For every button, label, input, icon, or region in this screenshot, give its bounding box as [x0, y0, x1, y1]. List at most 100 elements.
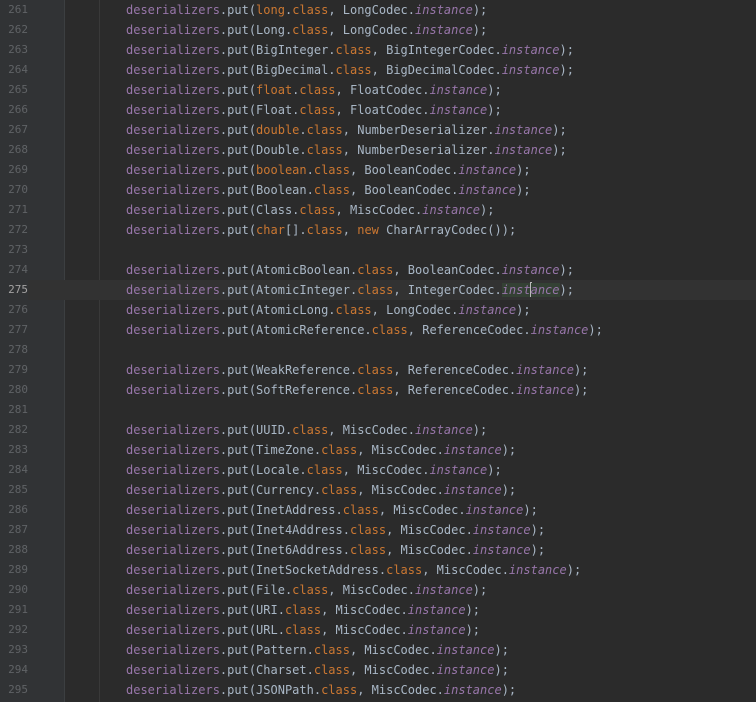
- code-line[interactable]: 295 deserializers.put(JSONPath.class, Mis…: [0, 680, 756, 700]
- code-text[interactable]: deserializers.put(char[].class, new Char…: [126, 220, 516, 240]
- code-line[interactable]: 265 deserializers.put(float.class, FloatC…: [0, 80, 756, 100]
- code-line[interactable]: 293 deserializers.put(Pattern.class, Misc…: [0, 640, 756, 660]
- line-number: 289: [8, 563, 28, 576]
- code-text[interactable]: deserializers.put(long.class, LongCodec.…: [126, 0, 487, 20]
- identifier-token: deserializers: [126, 103, 220, 117]
- code-text[interactable]: deserializers.put(float.class, FloatCode…: [126, 80, 502, 100]
- keyword-token: boolean: [256, 163, 307, 177]
- code-line[interactable]: 273: [0, 240, 756, 260]
- code-text[interactable]: deserializers.put(SoftReference.class, R…: [126, 380, 588, 400]
- code-text[interactable]: deserializers.put(Float.class, FloatCode…: [126, 100, 502, 120]
- code-token: .put(InetSocketAddress.: [219, 563, 387, 577]
- code-line[interactable]: 289 deserializers.put(InetSocketAddress.c…: [0, 560, 756, 580]
- field-token: instance: [429, 103, 488, 117]
- code-line[interactable]: 263 deserializers.put(BigInteger.class, B…: [0, 40, 756, 60]
- code-text[interactable]: deserializers.put(File.class, MiscCodec.…: [126, 580, 487, 600]
- code-text[interactable]: deserializers.put(InetAddress.class, Mis…: [126, 500, 538, 520]
- code-text[interactable]: deserializers.put(WeakReference.class, R…: [126, 360, 588, 380]
- code-line[interactable]: 269 deserializers.put(boolean.class, Bool…: [0, 160, 756, 180]
- code-token: .put(Inet4Address.: [219, 523, 350, 537]
- code-text[interactable]: deserializers.put(Inet4Address.class, Mi…: [126, 520, 545, 540]
- code-line[interactable]: 262 deserializers.put(Long.class, LongCod…: [0, 20, 756, 40]
- code-text[interactable]: deserializers.put(UUID.class, MiscCodec.…: [126, 420, 487, 440]
- code-text[interactable]: deserializers.put(URL.class, MiscCodec.i…: [126, 620, 480, 640]
- code-text[interactable]: deserializers.put(double.class, NumberDe…: [126, 120, 567, 140]
- current-code-line[interactable]: 275 deserializers.put(AtomicInteger.class…: [0, 280, 756, 300]
- code-text[interactable]: deserializers.put(BigInteger.class, BigI…: [126, 40, 574, 60]
- code-text[interactable]: deserializers.put(Charset.class, MiscCod…: [126, 660, 509, 680]
- code-text[interactable]: deserializers.put(URI.class, MiscCodec.i…: [126, 600, 480, 620]
- code-line[interactable]: 283 deserializers.put(TimeZone.class, Mis…: [0, 440, 756, 460]
- code-token: , MiscCodec.: [422, 563, 509, 577]
- code-token: ,: [342, 223, 358, 237]
- code-text[interactable]: deserializers.put(InetSocketAddress.clas…: [126, 560, 581, 580]
- field-token: instance: [458, 303, 517, 317]
- code-token: );: [472, 583, 488, 597]
- field-token: instance: [458, 163, 517, 177]
- code-token: );: [472, 23, 488, 37]
- code-line[interactable]: 287 deserializers.put(Inet4Address.class,…: [0, 520, 756, 540]
- code-line[interactable]: 274 deserializers.put(AtomicBoolean.class…: [0, 260, 756, 280]
- code-token: );: [487, 103, 502, 117]
- identifier-token: deserializers: [126, 323, 220, 337]
- code-line[interactable]: 279 deserializers.put(WeakReference.class…: [0, 360, 756, 380]
- code-line[interactable]: 270 deserializers.put(Boolean.class, Bool…: [0, 180, 756, 200]
- code-token: , BigIntegerCodec.: [371, 43, 502, 57]
- line-number: 293: [8, 643, 28, 656]
- code-line[interactable]: 290 deserializers.put(File.class, MiscCod…: [0, 580, 756, 600]
- code-token: );: [566, 563, 582, 577]
- code-text[interactable]: deserializers.put(Class.class, MiscCodec…: [126, 200, 494, 220]
- field-token: instance: [458, 183, 517, 197]
- code-text[interactable]: deserializers.put(AtomicBoolean.class, B…: [126, 260, 574, 280]
- code-line[interactable]: 261 deserializers.put(long.class, LongCod…: [0, 0, 756, 20]
- code-token: .put(URI.: [219, 603, 285, 617]
- code-line[interactable]: 286 deserializers.put(InetAddress.class, …: [0, 500, 756, 520]
- code-line[interactable]: 292 deserializers.put(URL.class, MiscCode…: [0, 620, 756, 640]
- keyword-token: class: [357, 283, 394, 297]
- code-text[interactable]: deserializers.put(AtomicReference.class,…: [126, 320, 603, 340]
- code-line[interactable]: 282 deserializers.put(UUID.class, MiscCod…: [0, 420, 756, 440]
- code-line[interactable]: 267 deserializers.put(double.class, Numbe…: [0, 120, 756, 140]
- code-line[interactable]: 271 deserializers.put(Class.class, MiscCo…: [0, 200, 756, 220]
- code-text[interactable]: deserializers.put(Boolean.class, Boolean…: [126, 180, 531, 200]
- code-text[interactable]: deserializers.put(AtomicLong.class, Long…: [126, 300, 531, 320]
- code-text[interactable]: deserializers.put(JSONPath.class, MiscCo…: [126, 680, 516, 700]
- line-number: 272: [8, 223, 28, 236]
- code-line[interactable]: 281: [0, 400, 756, 420]
- code-line[interactable]: 276 deserializers.put(AtomicLong.class, L…: [0, 300, 756, 320]
- line-number: 288: [8, 543, 28, 556]
- code-token: , NumberDeserializer.: [342, 143, 495, 157]
- code-text[interactable]: deserializers.put(boolean.class, Boolean…: [126, 160, 531, 180]
- code-line[interactable]: 288 deserializers.put(Inet6Address.class,…: [0, 540, 756, 560]
- code-line[interactable]: 280 deserializers.put(SoftReference.class…: [0, 380, 756, 400]
- code-text[interactable]: deserializers.put(TimeZone.class, MiscCo…: [126, 440, 516, 460]
- code-line[interactable]: 268 deserializers.put(Double.class, Numbe…: [0, 140, 756, 160]
- code-text[interactable]: deserializers.put(Locale.class, MiscCode…: [126, 460, 502, 480]
- code-line[interactable]: 291 deserializers.put(URI.class, MiscCode…: [0, 600, 756, 620]
- code-line[interactable]: 278: [0, 340, 756, 360]
- code-token: .put(WeakReference.: [219, 363, 358, 377]
- code-token: , MiscCodec.: [328, 583, 415, 597]
- code-text[interactable]: deserializers.put(Long.class, LongCodec.…: [126, 20, 487, 40]
- keyword-token: class: [313, 663, 350, 677]
- code-text[interactable]: deserializers.put(BigDecimal.class, BigD…: [126, 60, 574, 80]
- code-line[interactable]: 264 deserializers.put(BigDecimal.class, B…: [0, 60, 756, 80]
- code-text[interactable]: deserializers.put(Pattern.class, MiscCod…: [126, 640, 509, 660]
- code-line[interactable]: 284 deserializers.put(Locale.class, MiscC…: [0, 460, 756, 480]
- code-text[interactable]: deserializers.put(Inet6Address.class, Mi…: [126, 540, 545, 560]
- code-line[interactable]: 266 deserializers.put(Float.class, FloatC…: [0, 100, 756, 120]
- identifier-token: deserializers: [126, 463, 220, 477]
- code-line[interactable]: 294 deserializers.put(Charset.class, Misc…: [0, 660, 756, 680]
- line-number: 268: [8, 143, 28, 156]
- code-line[interactable]: 272 deserializers.put(char[].class, new C…: [0, 220, 756, 240]
- identifier-token: deserializers: [126, 583, 220, 597]
- code-text[interactable]: deserializers.put(AtomicInteger.class, I…: [126, 280, 574, 300]
- code-text[interactable]: deserializers.put(Double.class, NumberDe…: [126, 140, 567, 160]
- line-number: 271: [8, 203, 28, 216]
- field-token: instance: [429, 83, 488, 97]
- code-editor[interactable]: 261 deserializers.put(long.class, LongCod…: [0, 0, 756, 702]
- code-token: .put(SoftReference.: [219, 383, 358, 397]
- code-line[interactable]: 277 deserializers.put(AtomicReference.cla…: [0, 320, 756, 340]
- code-text[interactable]: deserializers.put(Currency.class, MiscCo…: [126, 480, 516, 500]
- code-line[interactable]: 285 deserializers.put(Currency.class, Mis…: [0, 480, 756, 500]
